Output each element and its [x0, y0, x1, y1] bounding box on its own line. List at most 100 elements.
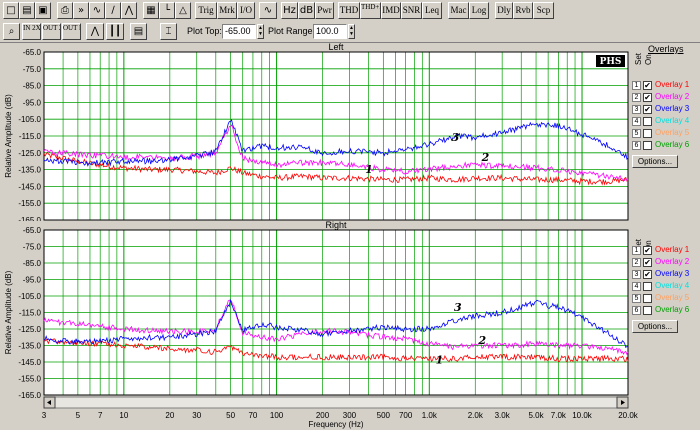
overlay-on-checkbox[interactable] [643, 294, 652, 303]
overlay-on-checkbox[interactable]: ✔ [643, 93, 652, 102]
leq-button[interactable]: Leq [422, 2, 442, 19]
fast-forward-icon[interactable]: » [73, 2, 89, 19]
x-tick-label: 70 [248, 411, 257, 420]
options-button[interactable]: Options... [632, 320, 678, 333]
overlay-on-checkbox[interactable]: ✔ [643, 105, 652, 114]
overlay-set-button[interactable]: 4 [632, 117, 641, 126]
overlay-on-checkbox[interactable]: ✔ [643, 246, 652, 255]
dly-button[interactable]: Dly [495, 2, 513, 19]
overlay-set-button[interactable]: 6 [632, 141, 641, 150]
x-tick-label: 30 [192, 411, 201, 420]
bars-icon[interactable]: ┃┃ [106, 23, 124, 40]
overlay-on-checkbox[interactable] [643, 306, 652, 315]
overlay-on-checkbox[interactable] [643, 282, 652, 291]
trig-button[interactable]: Trig [195, 2, 217, 19]
new-icon[interactable]: □ [3, 2, 19, 19]
ramp-icon[interactable]: ∕ [105, 2, 121, 19]
imd-button[interactable]: IMD [381, 2, 401, 19]
peak-icon[interactable]: ⋀ [121, 2, 137, 19]
overlay-row-2: 2 ✔ Overlay 2 [632, 92, 698, 103]
x-tick-label: 20 [165, 411, 174, 420]
panel-title-bar [0, 221, 631, 230]
options-button[interactable]: Options... [632, 155, 678, 168]
thd-button[interactable]: THD [338, 2, 360, 19]
y-tick-label: -85.0 [23, 82, 42, 91]
y-tick-label: -95.0 [23, 98, 42, 107]
overlay-set-button[interactable]: 3 [632, 105, 641, 114]
overlay-on-checkbox[interactable]: ✔ [643, 81, 652, 90]
overlay-on-checkbox[interactable] [643, 117, 652, 126]
sine-icon[interactable]: ∿ [259, 2, 277, 19]
overlay-set-button[interactable]: 2 [632, 93, 641, 102]
main-toolbar: □▤▣⎙»∿∕⋀▦└△TrigMrkI/O∿HzdBPwrTHDTHD+NIMD… [0, 0, 700, 22]
zoom-in-2x-button[interactable]: IN 2X [22, 23, 41, 40]
mrk-button[interactable]: Mrk [217, 2, 237, 19]
table-icon[interactable]: ▤ [130, 23, 147, 40]
zoom-out-full-button[interactable]: OUT FULL [62, 23, 81, 40]
overlay-set-button[interactable]: 2 [632, 258, 641, 267]
plot-range-spinner[interactable]: ▲ ▼ [348, 24, 355, 39]
y-tick-label: -155.0 [18, 199, 41, 208]
overlay-name: Overlay 2 [655, 92, 690, 101]
annotation-label: 1 [365, 163, 373, 176]
overlay-row-1: 1 ✔ Overlay 1 [632, 245, 698, 256]
plot-range-label: Plot Range: [268, 26, 316, 36]
set-header: Set [634, 52, 643, 65]
cursor-icon[interactable]: ⌶ [160, 23, 177, 40]
hz-button[interactable]: Hz [281, 2, 298, 19]
thd-n-button[interactable]: THD+N [360, 2, 381, 19]
axis-icon[interactable]: └ [159, 2, 175, 19]
y-axis-label: Relative Amplitude (dB) [4, 270, 13, 354]
overlay-set-button[interactable]: 3 [632, 270, 641, 279]
overlay-on-checkbox[interactable]: ✔ [643, 270, 652, 279]
mac-button[interactable]: Mac [448, 2, 469, 19]
panel-title-bar [0, 43, 631, 52]
triangle-icon[interactable]: △ [175, 2, 191, 19]
grid-panel-icon[interactable]: ▦ [143, 2, 159, 19]
y-tick-label: -105.0 [18, 115, 41, 124]
annotation-label: 2 [481, 151, 490, 164]
scp-button[interactable]: Scp [533, 2, 554, 19]
zoom-icon[interactable]: ⌕ [3, 23, 20, 40]
overlays-panel-right: Set On 1✔Overlay 12✔Overlay 23✔Overlay 3… [632, 233, 698, 333]
overlay-row-6: 6 Overlay 6 [632, 140, 698, 151]
plot-range-input[interactable]: 100.0 [313, 24, 347, 39]
y-tick-label: -145.0 [18, 182, 41, 191]
x-tick-label: 50 [226, 411, 235, 420]
overlay-name: Overlay 1 [655, 245, 690, 254]
x-tick-label: 10 [119, 411, 128, 420]
overlay-set-button[interactable]: 1 [632, 246, 641, 255]
snr-button[interactable]: SNR [401, 2, 422, 19]
overlay-set-button[interactable]: 1 [632, 81, 641, 90]
overlay-row-1: 1 ✔ Overlay 1 [632, 80, 698, 91]
overlays-title: Overlays [648, 44, 684, 54]
overlay-on-checkbox[interactable]: ✔ [643, 258, 652, 267]
spectrum-icon[interactable]: ⋀ [86, 23, 104, 40]
x-tick-label: 500 [377, 411, 391, 420]
overlay-set-button[interactable]: 5 [632, 294, 641, 303]
horizontal-scrollbar[interactable] [43, 396, 629, 409]
waveform-icon[interactable]: ∿ [89, 2, 105, 19]
overlay-name: Overlay 3 [655, 269, 690, 278]
io-button[interactable]: I/O [237, 2, 255, 19]
overlay-set-button[interactable]: 6 [632, 306, 641, 315]
plot-top-spinner[interactable]: ▲ ▼ [257, 24, 264, 39]
db-button[interactable]: dB [298, 2, 315, 19]
overlay-set-button[interactable]: 4 [632, 282, 641, 291]
pwr-button[interactable]: Pwr [315, 2, 334, 19]
y-tick-label: -95.0 [23, 276, 42, 285]
print-icon[interactable]: ⎙ [57, 2, 73, 19]
log-button[interactable]: Log [469, 2, 489, 19]
overlay-name: Overlay 6 [655, 305, 690, 314]
overlay-set-button[interactable]: 5 [632, 129, 641, 138]
overlay-on-checkbox[interactable] [643, 141, 652, 150]
zoom-out-2x-button[interactable]: OUT 2X [42, 23, 61, 40]
rvb-button[interactable]: Rvb [513, 2, 533, 19]
plot-top-input[interactable]: -65.00 [222, 24, 256, 39]
save-icon[interactable]: ▣ [35, 2, 51, 19]
overlay-row-3: 3 ✔ Overlay 3 [632, 104, 698, 115]
overlay-on-checkbox[interactable] [643, 129, 652, 138]
y-tick-label: -65.0 [23, 226, 42, 235]
open-icon[interactable]: ▤ [19, 2, 35, 19]
analyzer-plots[interactable]: Left -65.0 -75.0 -85.0 -95.0 -105.0 -115.0 -125… [0, 43, 700, 430]
